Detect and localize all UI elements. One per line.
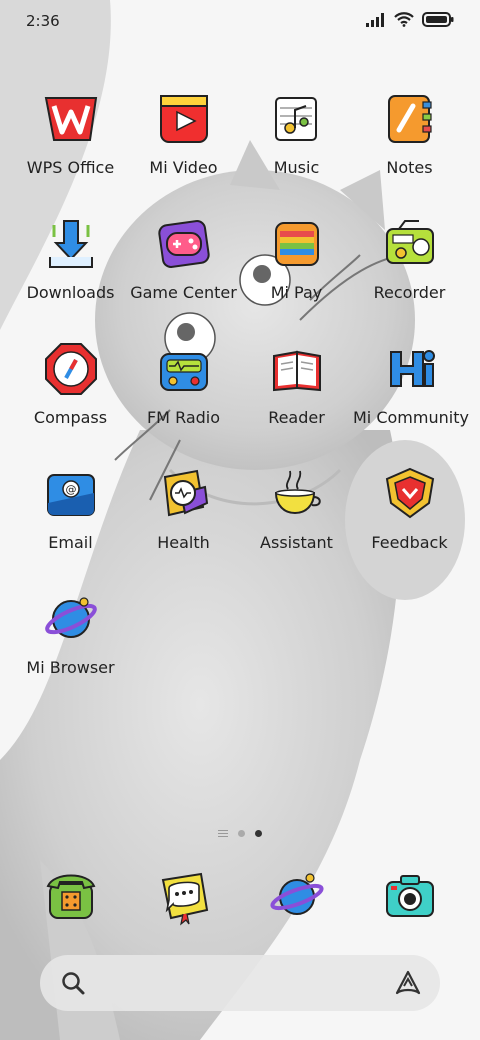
app-label: Mi Pay bbox=[270, 283, 323, 302]
reader-icon bbox=[272, 350, 321, 392]
app-label: Reader bbox=[268, 408, 325, 427]
app-music[interactable]: Music bbox=[240, 88, 353, 177]
app-label: Game Center bbox=[130, 283, 237, 302]
recorder-icon bbox=[385, 220, 434, 264]
status-bar: 2:36 bbox=[0, 0, 480, 44]
home-screen: 2:36 WPS Office Mi Video Music Notes Dow… bbox=[0, 0, 480, 1040]
mi-video-icon bbox=[159, 95, 208, 143]
dock-browser[interactable] bbox=[240, 866, 353, 928]
messages-icon bbox=[161, 872, 208, 926]
wifi-icon bbox=[394, 12, 414, 27]
app-mi-pay[interactable]: Mi Pay bbox=[240, 213, 353, 302]
app-label: Music bbox=[273, 158, 320, 177]
assistant-icon bbox=[274, 470, 321, 515]
app-mi-video[interactable]: Mi Video bbox=[127, 88, 240, 177]
svg-text:@: @ bbox=[65, 483, 76, 496]
notes-icon bbox=[387, 95, 432, 143]
page-dot-active[interactable] bbox=[255, 830, 262, 837]
app-wps-office[interactable]: WPS Office bbox=[14, 88, 127, 177]
status-time: 2:36 bbox=[26, 12, 60, 30]
browser-icon bbox=[269, 873, 324, 915]
app-label: Assistant bbox=[260, 533, 333, 552]
page-indicator bbox=[0, 830, 480, 837]
music-icon bbox=[274, 97, 317, 141]
app-compass[interactable]: Compass bbox=[14, 338, 127, 427]
app-label: Downloads bbox=[26, 283, 115, 302]
app-health[interactable]: Health bbox=[127, 463, 240, 552]
app-label: Email bbox=[48, 533, 93, 552]
app-notes[interactable]: Notes bbox=[353, 88, 466, 177]
email-icon: @ bbox=[46, 474, 95, 516]
app-label: FM Radio bbox=[146, 408, 221, 427]
assistant-a-icon[interactable] bbox=[394, 969, 422, 997]
fm-radio-icon bbox=[159, 353, 208, 391]
app-label: Compass bbox=[33, 408, 108, 427]
app-reader[interactable]: Reader bbox=[240, 338, 353, 427]
downloads-icon bbox=[48, 220, 93, 268]
game-center-icon bbox=[157, 220, 210, 268]
dock-phone[interactable] bbox=[14, 866, 127, 928]
mi-pay-icon bbox=[274, 222, 319, 266]
app-feedback[interactable]: Feedback bbox=[353, 463, 466, 552]
dock-messages[interactable] bbox=[127, 866, 240, 928]
app-label: Mi Video bbox=[149, 158, 218, 177]
app-assistant[interactable]: Assistant bbox=[240, 463, 353, 552]
app-label: Feedback bbox=[371, 533, 448, 552]
search-bar[interactable] bbox=[40, 955, 440, 1011]
feedback-icon bbox=[385, 467, 434, 519]
app-label: Health bbox=[157, 533, 210, 552]
menu-lines-icon bbox=[218, 830, 228, 837]
app-recorder[interactable]: Recorder bbox=[353, 213, 466, 302]
app-label: Mi Community bbox=[353, 408, 469, 427]
battery-icon bbox=[422, 12, 454, 27]
app-label: Mi Browser bbox=[26, 658, 115, 677]
mi-browser-icon bbox=[44, 597, 97, 638]
camera-icon bbox=[385, 875, 434, 917]
phone-icon bbox=[46, 874, 95, 919]
app-email[interactable]: @ Email bbox=[14, 463, 127, 552]
app-label: Notes bbox=[386, 158, 433, 177]
app-downloads[interactable]: Downloads bbox=[14, 213, 127, 302]
page-dot[interactable] bbox=[238, 830, 245, 837]
status-icons bbox=[366, 12, 454, 27]
dock-camera[interactable] bbox=[353, 866, 466, 928]
app-mi-browser[interactable]: Mi Browser bbox=[14, 588, 127, 677]
app-label: Recorder bbox=[373, 283, 446, 302]
mi-community-icon bbox=[389, 350, 435, 387]
wps-office-icon bbox=[44, 97, 97, 141]
signal-icon bbox=[366, 12, 384, 27]
app-label: WPS Office bbox=[26, 158, 115, 177]
dock bbox=[14, 866, 466, 932]
app-fm-radio[interactable]: FM Radio bbox=[127, 338, 240, 427]
app-game-center[interactable]: Game Center bbox=[127, 213, 240, 302]
health-icon bbox=[163, 469, 208, 517]
app-mi-community[interactable]: Mi Community bbox=[353, 338, 469, 427]
search-icon[interactable] bbox=[60, 970, 86, 996]
compass-icon bbox=[44, 343, 97, 395]
